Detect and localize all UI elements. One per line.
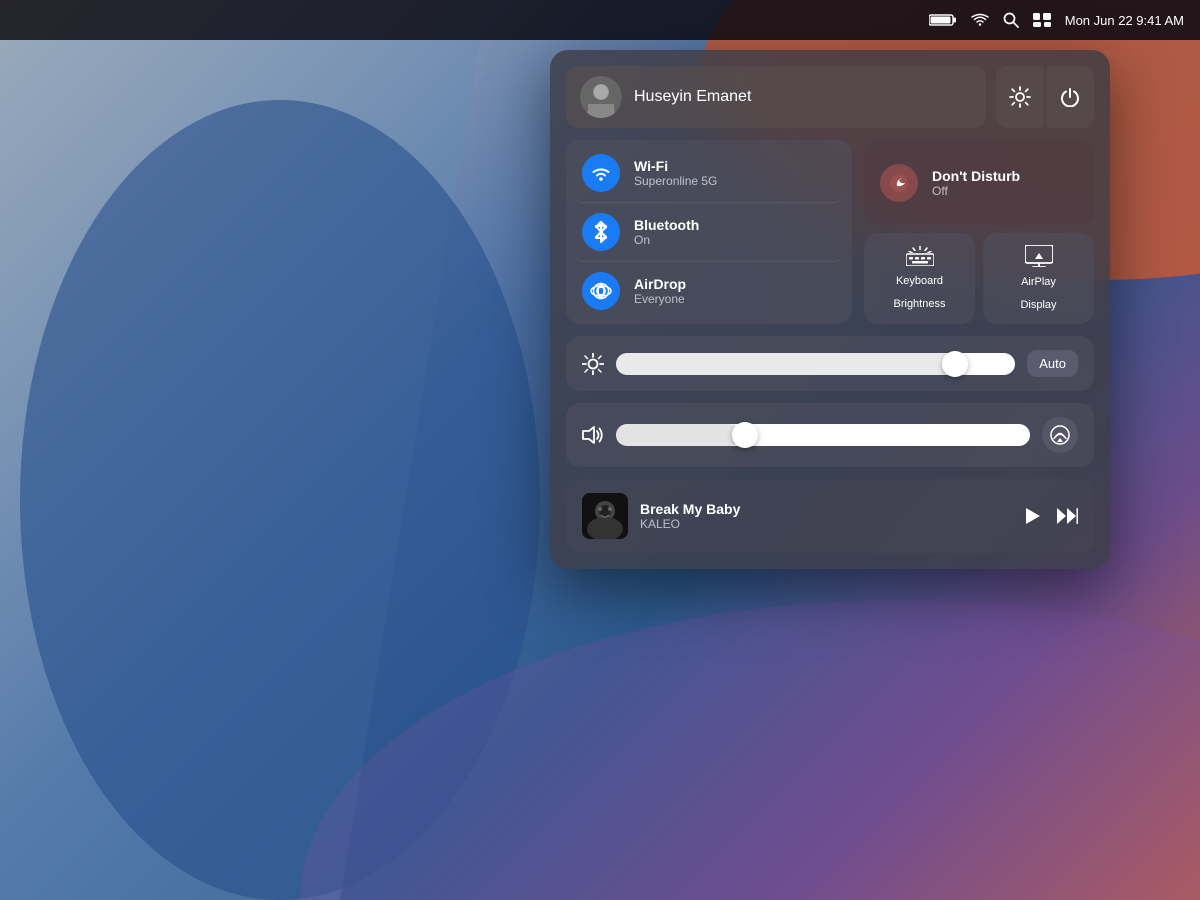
power-button[interactable] [1046,66,1094,128]
search-menubar-icon[interactable] [1003,12,1019,28]
track-title: Break My Baby [640,501,1012,517]
user-row: Huseyin Emanet [566,66,1094,128]
volume-fill [616,424,740,446]
battery-icon [929,13,957,27]
volume-slider[interactable] [616,424,1030,446]
tiles-row: Wi-Fi Superonline 5G Bluetooth On [566,140,1094,324]
keyboard-brightness-tile[interactable]: Keyboard Brightness [864,233,975,324]
dnd-tile-text: Don't Disturb Off [932,168,1020,198]
brightness-fill [616,353,955,375]
airplay-display-tile[interactable]: AirPlay Display [983,233,1094,324]
dnd-icon-circle [880,164,918,202]
control-center-panel: Huseyin Emanet [550,50,1110,569]
volume-thumb [732,422,758,448]
keyboard-brightness-label-1: Keyboard [896,274,943,288]
airplay-audio-button[interactable] [1042,417,1078,453]
brightness-thumb [942,351,968,377]
airplay-display-label-2: Display [1020,298,1056,312]
airdrop-subtitle: Everyone [634,292,686,306]
wifi-icon-circle [582,154,620,192]
album-art [582,493,628,539]
bluetooth-title: Bluetooth [634,217,699,233]
menubar: Mon Jun 22 9:41 AM [0,0,1200,40]
track-artist: KALEO [640,517,1012,531]
auto-brightness-button[interactable]: Auto [1027,350,1078,377]
keyboard-brightness-icon [906,246,934,266]
now-playing-row: Break My Baby KALEO [566,479,1094,553]
wifi-subtitle: Superonline 5G [634,174,717,188]
airdrop-tile-text: AirDrop Everyone [634,276,686,306]
airdrop-icon-circle [582,272,620,310]
bluetooth-icon-circle [582,213,620,251]
menubar-datetime: Mon Jun 22 9:41 AM [1065,13,1184,28]
track-info: Break My Baby KALEO [640,501,1012,531]
airdrop-tile[interactable]: AirDrop Everyone [574,262,844,320]
volume-icon [582,426,604,444]
bluetooth-tile-text: Bluetooth On [634,217,699,247]
bluetooth-tile[interactable]: Bluetooth On [574,203,844,262]
system-preferences-button[interactable] [996,66,1044,128]
right-tiles: Don't Disturb Off [864,140,1094,324]
network-tiles: Wi-Fi Superonline 5G Bluetooth On [566,140,852,324]
wifi-tile[interactable]: Wi-Fi Superonline 5G [574,144,844,203]
wifi-tile-text: Wi-Fi Superonline 5G [634,158,717,188]
dnd-subtitle: Off [932,184,1020,198]
control-center-menubar-icon[interactable] [1033,13,1051,27]
user-name-label: Huseyin Emanet [634,88,751,106]
play-button[interactable] [1024,506,1042,526]
avatar [580,76,622,118]
dnd-tile[interactable]: Don't Disturb Off [864,140,1094,225]
keyboard-brightness-label-2: Brightness [894,297,946,311]
wifi-menubar-icon [971,13,989,27]
volume-slider-row [566,403,1094,467]
dnd-title: Don't Disturb [932,168,1020,184]
skip-button[interactable] [1056,506,1078,526]
brightness-slider-row: Auto [566,336,1094,391]
bluetooth-subtitle: On [634,233,699,247]
brightness-icon [582,353,604,375]
menubar-right: Mon Jun 22 9:41 AM [929,12,1184,28]
gear-power-row [996,66,1094,128]
airdrop-title: AirDrop [634,276,686,292]
airplay-display-icon [1025,245,1053,267]
user-profile-button[interactable]: Huseyin Emanet [566,66,986,128]
airplay-display-label-1: AirPlay [1021,275,1056,289]
right-tiles-bottom: Keyboard Brightness AirPlay [864,233,1094,324]
media-controls [1024,506,1078,526]
brightness-slider[interactable] [616,353,1015,375]
wifi-title: Wi-Fi [634,158,717,174]
